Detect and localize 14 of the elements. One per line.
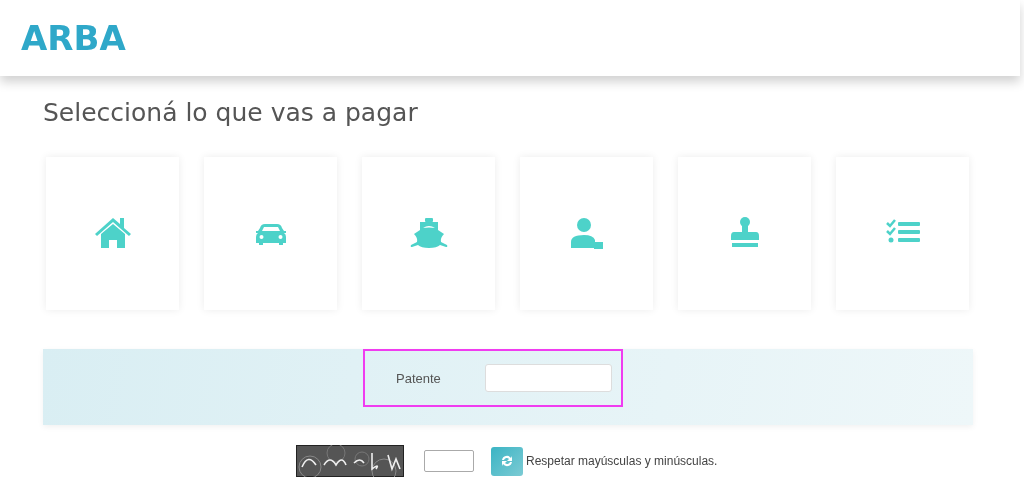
category-card[interactable]: [362, 157, 495, 310]
category-card[interactable]: [678, 157, 811, 310]
refresh-icon: [500, 454, 514, 468]
refresh-button[interactable]: [491, 446, 523, 476]
captcha-field[interactable]: [424, 450, 474, 472]
category-card[interactable]: [520, 157, 653, 310]
logo[interactable]: ARBA: [21, 18, 126, 58]
captcha-hint: Respetar mayúsculas y minúsculas.: [526, 454, 718, 468]
field-label: Patente: [396, 370, 441, 386]
category-card[interactable]: [836, 157, 969, 310]
category-card[interactable]: [46, 157, 179, 310]
category-card[interactable]: [204, 157, 337, 310]
page-title: Seleccioná lo que vas a pagar: [43, 98, 419, 127]
input-field[interactable]: [484, 364, 612, 392]
